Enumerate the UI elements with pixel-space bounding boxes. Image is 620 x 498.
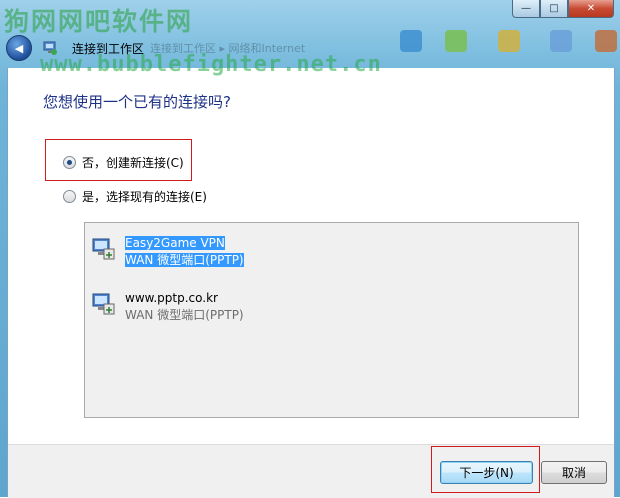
window-frame: 狗网网吧软件网 — □ ✕ ◀ 连接到工作区 连接到工作区 ▸ 网络和Inter… xyxy=(0,0,620,498)
list-item[interactable]: Easy2Game VPN WAN 微型端口(PPTP) xyxy=(91,235,244,269)
option-use-existing[interactable]: 是，选择现有的连接(E) xyxy=(63,188,207,205)
wizard-footer: 下一步(N) 取消 xyxy=(8,444,614,498)
connection-name: www.pptp.co.kr xyxy=(125,291,218,305)
close-button[interactable]: ✕ xyxy=(568,0,614,18)
caption-buttons: — □ ✕ xyxy=(512,0,614,18)
option-use-existing-label: 是，选择现有的连接(E) xyxy=(82,190,207,204)
connection-type: WAN 微型端口(PPTP) xyxy=(125,308,244,322)
page-question: 您想使用一个已有的连接吗? xyxy=(43,93,231,111)
network-connection-icon xyxy=(91,235,119,263)
minimize-button[interactable]: — xyxy=(512,0,540,18)
background-desktop-icons xyxy=(390,26,620,66)
list-item[interactable]: www.pptp.co.kr WAN 微型端口(PPTP) xyxy=(91,290,244,324)
option-create-new[interactable]: 否，创建新连接(C) xyxy=(63,154,184,171)
connection-list[interactable]: Easy2Game VPN WAN 微型端口(PPTP) www.pptp.co… xyxy=(84,222,579,418)
next-button[interactable]: 下一步(N) xyxy=(440,461,533,484)
connection-type: WAN 微型端口(PPTP) xyxy=(125,253,244,267)
option-create-new-label: 否，创建新连接(C) xyxy=(82,156,184,170)
wizard-page: 您想使用一个已有的连接吗? 否，创建新连接(C) 是，选择现有的连接(E) Ea… xyxy=(7,68,615,498)
watermark-url: www.bubblefighter.net.cn xyxy=(40,52,382,77)
radio-use-existing[interactable] xyxy=(63,190,76,203)
radio-create-new[interactable] xyxy=(63,156,76,169)
network-connection-icon xyxy=(91,290,119,318)
back-arrow-icon: ◀ xyxy=(14,41,24,55)
back-button[interactable]: ◀ xyxy=(6,35,32,61)
watermark-title: 狗网网吧软件网 xyxy=(4,7,194,36)
cancel-button[interactable]: 取消 xyxy=(541,461,607,484)
connection-name: Easy2Game VPN xyxy=(125,236,225,250)
maximize-button[interactable]: □ xyxy=(540,0,568,18)
